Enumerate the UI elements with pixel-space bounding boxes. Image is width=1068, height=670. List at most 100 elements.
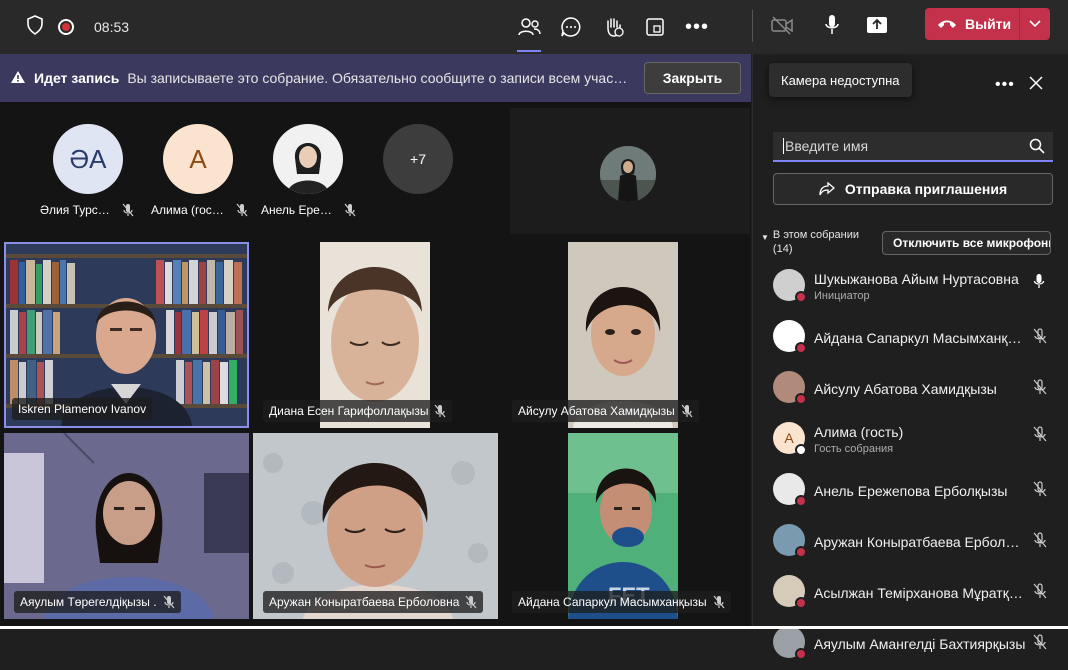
banner-message: Вы записываете это собрание. Обязательно…	[127, 70, 633, 86]
video-tile[interactable]: Аяулым Төрегелдіқызы .	[4, 433, 249, 619]
leave-button[interactable]: Выйти	[925, 8, 1050, 40]
mic-off-icon[interactable]	[1033, 481, 1047, 502]
in-meeting-section-header[interactable]: ▼ В этом собрании (14)	[761, 228, 859, 256]
tile-name: Айсулу Абатова Хамидқызы	[518, 404, 675, 418]
participant-avatar-photo[interactable]	[273, 124, 343, 194]
mic-off-icon	[163, 595, 174, 609]
raise-hand-icon[interactable]	[598, 12, 628, 42]
mic-off-icon	[681, 404, 693, 418]
video-tile[interactable]: Аружан Коныратбаева Ерболовна	[253, 433, 498, 619]
avatar-name-label: Анель Ере…	[261, 203, 332, 217]
phone-hangup-icon	[938, 20, 956, 28]
breakout-rooms-icon[interactable]	[640, 12, 670, 42]
participant-name-tag: Аяулым Төрегелдіқызы .	[14, 591, 181, 613]
participant-name-tag: Аружан Коныратбаева Ерболовна	[263, 591, 484, 613]
mic-off-icon	[236, 203, 248, 217]
section-count: (14)	[772, 243, 793, 255]
close-banner-button[interactable]: Закрыть	[644, 62, 741, 94]
presence-status-icon	[795, 444, 807, 456]
chat-icon[interactable]	[556, 12, 586, 42]
participant-row[interactable]: A Алима (гость) Гость собрания	[753, 415, 1068, 466]
mic-off-icon	[122, 203, 134, 217]
participant-name: Айдана Сапаркул Масымханқызы	[814, 330, 1026, 346]
section-label: В этом собрании	[772, 229, 859, 241]
more-options-icon[interactable]: •••	[682, 12, 712, 42]
microphone-icon[interactable]	[1033, 273, 1045, 294]
video-tile[interactable]: FET Айдана Сапаркул Масымханқызы	[502, 433, 747, 619]
self-view-tile[interactable]	[510, 108, 750, 234]
participant-name: Анель Ережепова Ерболқызы	[814, 483, 1008, 499]
camera-off-icon[interactable]	[770, 15, 794, 40]
presence-status-icon	[795, 546, 807, 558]
warning-icon	[10, 70, 26, 87]
video-tile[interactable]: Айсулу Абатова Хамидқызы	[502, 242, 747, 428]
send-invite-button[interactable]: Отправка приглашения	[773, 173, 1053, 205]
mic-off-icon	[466, 595, 477, 609]
video-tile[interactable]: Диана Есен Гарифоллақызы	[253, 242, 498, 428]
video-tile[interactable]: Iskren Plamenov Ivanov	[4, 242, 249, 428]
presence-status-icon	[795, 393, 807, 405]
participant-row[interactable]: Айдана Сапаркул Масымханқызы	[753, 313, 1068, 364]
mic-off-icon[interactable]	[1033, 634, 1047, 655]
self-avatar	[600, 146, 656, 202]
presence-status-icon	[795, 648, 807, 660]
participant-row[interactable]: Асылжан Темірханова Мұратқызы	[753, 568, 1068, 619]
more-participants-count: +7	[410, 151, 426, 167]
mic-off-icon[interactable]	[1033, 426, 1047, 447]
participants-panel: Камера недоступна ••• Введите имя Отправ…	[752, 54, 1068, 660]
camera-unavailable-tooltip: Камера недоступна	[769, 63, 912, 97]
tile-name: Iskren Plamenov Ivanov	[18, 402, 147, 416]
avatar-name-label: Алима (гос…	[151, 203, 224, 217]
invite-label: Отправка приглашения	[844, 181, 1008, 197]
mic-off-icon	[344, 203, 356, 217]
mic-off-icon[interactable]	[1033, 379, 1047, 400]
participant-name: Шукыжанова Айым Нуртасовна	[814, 271, 1019, 287]
tile-name: Айдана Сапаркул Масымханқызы	[518, 595, 707, 609]
search-icon[interactable]	[1029, 138, 1045, 157]
avatar-name-label: Әлия Турс…	[40, 203, 110, 217]
mic-off-icon[interactable]	[1033, 532, 1047, 553]
participant-row[interactable]: Шукыжанова Айым Нуртасовна Инициатор	[753, 262, 1068, 313]
avatar-initials: A	[784, 430, 794, 446]
mic-off-icon[interactable]	[1033, 328, 1047, 349]
leave-label: Выйти	[965, 16, 1012, 32]
meeting-timer: 08:53	[94, 19, 130, 35]
meeting-toolbar: 08:53 ••• Выйти	[0, 0, 1068, 54]
avatar-initials: А	[189, 143, 207, 174]
mute-all-button[interactable]: Отключить все микрофоны	[882, 231, 1051, 255]
participant-name: Алима (гость)	[814, 424, 904, 440]
tile-name: Аружан Коныратбаева Ерболовна	[269, 595, 460, 609]
text-cursor	[783, 138, 784, 154]
participant-row[interactable]: Айсулу Абатова Хамидқызы	[753, 364, 1068, 415]
shield-icon[interactable]	[26, 14, 44, 40]
tile-name: Аяулым Төрегелдіқызы .	[20, 595, 157, 609]
toolbar-divider	[752, 10, 753, 42]
presence-status-icon	[795, 291, 807, 303]
mic-off-icon[interactable]	[1033, 583, 1047, 604]
participant-avatar-name: Алима (гос…	[151, 203, 248, 217]
presence-status-icon	[795, 495, 807, 507]
search-input[interactable]: Введите имя	[773, 132, 1053, 162]
participant-avatar[interactable]: А	[163, 124, 233, 194]
close-icon[interactable]	[1029, 76, 1043, 95]
more-participants-button[interactable]: +7	[383, 124, 453, 194]
share-screen-icon[interactable]	[866, 16, 888, 39]
mic-off-icon	[435, 404, 446, 418]
participant-row[interactable]: Аружан Коныратбаева Ерболовна	[753, 517, 1068, 568]
participant-name: Аружан Коныратбаева Ерболовна	[814, 534, 1026, 550]
chevron-down-icon: ▼	[761, 233, 769, 242]
share-icon	[819, 182, 835, 196]
chevron-down-icon[interactable]	[1019, 8, 1050, 40]
people-icon[interactable]	[514, 12, 544, 52]
recording-banner: Идет запись Вы записываете это собрание.…	[0, 54, 751, 102]
participant-name-tag: Айсулу Абатова Хамидқызы	[512, 400, 699, 422]
participant-avatar[interactable]: ӘА	[53, 124, 123, 194]
tile-name: Диана Есен Гарифоллақызы	[269, 404, 429, 418]
participant-role: Инициатор	[814, 290, 870, 302]
participant-row[interactable]: Анель Ережепова Ерболқызы	[753, 466, 1068, 517]
more-options-icon[interactable]: •••	[995, 76, 1015, 94]
microphone-icon[interactable]	[824, 14, 840, 41]
participant-name-tag: Диана Есен Гарифоллақызы	[263, 400, 453, 422]
participant-name: Айсулу Абатова Хамидқызы	[814, 381, 997, 397]
video-stage: ӘА Әлия Турс… А Алима (гос… Анель Ере… +…	[0, 102, 751, 629]
